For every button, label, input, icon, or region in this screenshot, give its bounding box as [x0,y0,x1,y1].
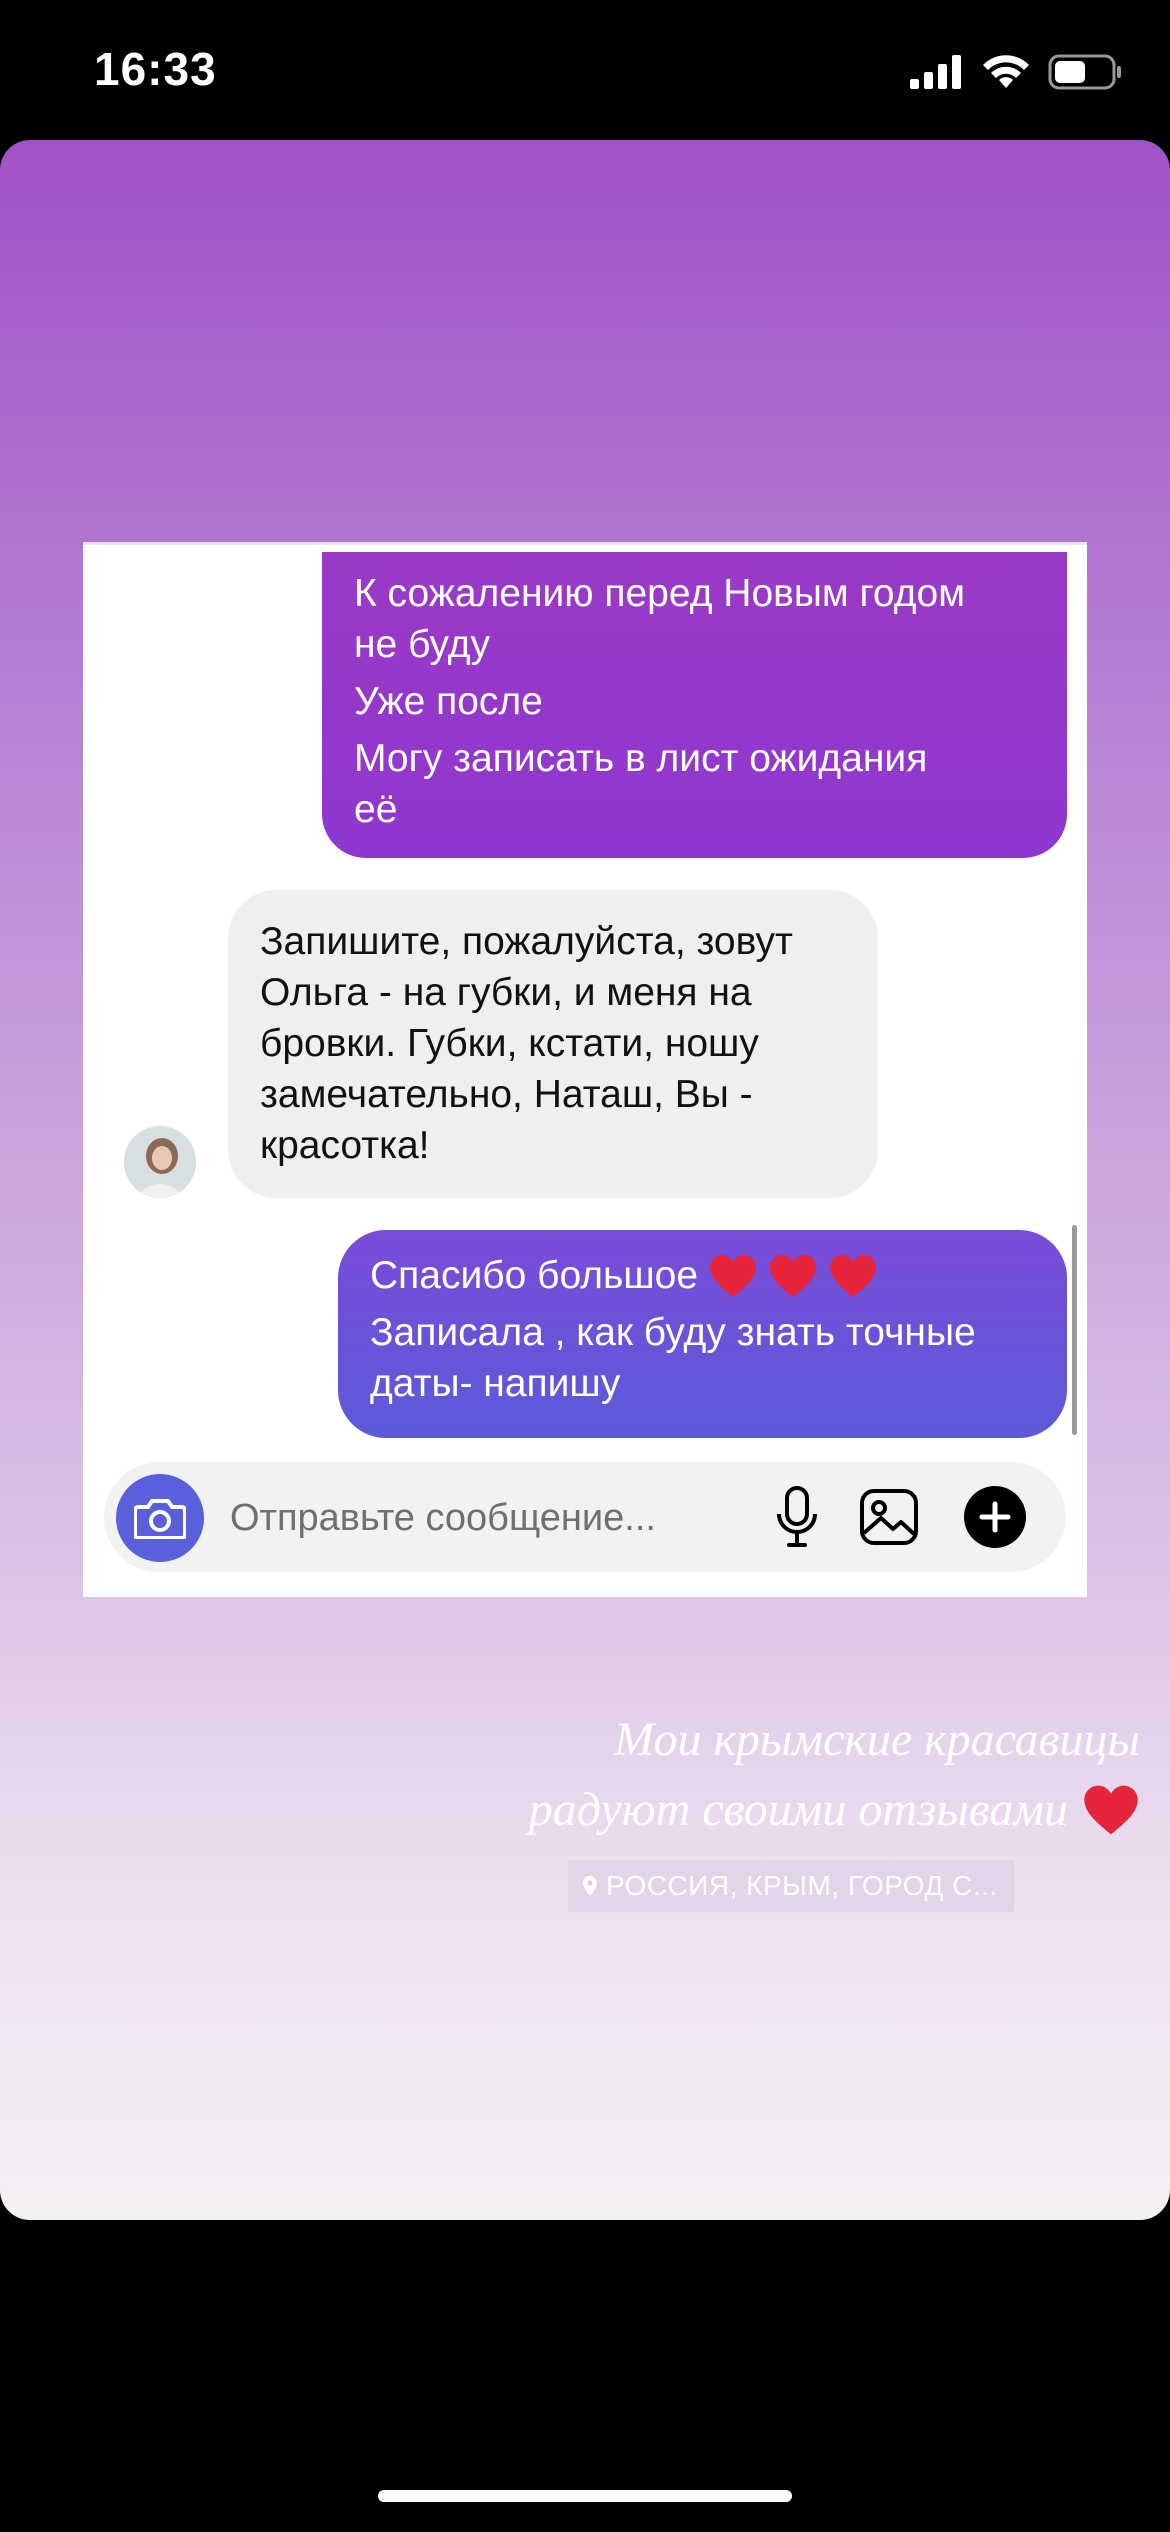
battery-icon [1048,54,1121,90]
message-line: не буду [354,623,491,666]
message-line: К сожалению перед Новым годом [354,572,966,615]
message-received: Запишите, пожалуйста, зовут Ольга - на г… [228,890,878,1198]
plus-icon [979,1501,1011,1533]
message-input[interactable] [228,1490,732,1546]
location-text: РОССИЯ, КРЫМ, ГОРОД С... [606,1870,998,1901]
heart-icon [1084,1785,1138,1835]
story-caption: Мои крымские красавицы радуют своими отз… [300,1705,1140,1845]
mic-button[interactable] [764,1484,830,1550]
status-bar: 16:33 [0,0,1170,140]
scrollbar[interactable] [1072,1225,1077,1435]
avatar [124,1126,196,1198]
message-composer [104,1462,1066,1572]
message-sent-2: Спасибо большое Записала , как буду знат… [338,1230,1067,1438]
plus-button[interactable] [964,1486,1026,1548]
message-line: Могу записать в лист ожидания [354,737,928,780]
message-sent-1: К сожалению перед Новым годом не буду Уж… [322,552,1067,858]
heart-icon [710,1254,757,1297]
heart-icon [830,1254,877,1297]
location-pin-icon [583,1876,597,1896]
signal-icon [910,55,961,89]
gallery-button[interactable] [856,1484,922,1550]
caption-text: радуют своими отзывами [528,1783,1068,1836]
story[interactable]: К сожалению перед Новым годом не буду Уж… [0,140,1170,2220]
gallery-icon [860,1489,918,1545]
message-line: её [354,788,398,831]
message-line: Уже после [354,680,543,723]
message-line: Спасибо большое [370,1250,1035,1301]
mic-icon [777,1486,817,1547]
status-time: 16:33 [94,43,217,95]
camera-icon [134,1499,186,1539]
message-text: Записала , как буду знать точные даты- н… [370,1311,976,1405]
message-text: Спасибо большое [370,1254,699,1297]
camera-button[interactable] [116,1474,204,1562]
location-sticker[interactable]: РОССИЯ, КРЫМ, ГОРОД С... [568,1860,1014,1912]
status-icons [910,54,1122,90]
heart-icon [770,1254,817,1297]
home-indicator[interactable] [378,2490,792,2502]
caption-line-2: радуют своими отзывами [300,1775,1140,1845]
caption-line-1: Мои крымские красавицы [614,1713,1140,1766]
wifi-icon [983,55,1029,88]
